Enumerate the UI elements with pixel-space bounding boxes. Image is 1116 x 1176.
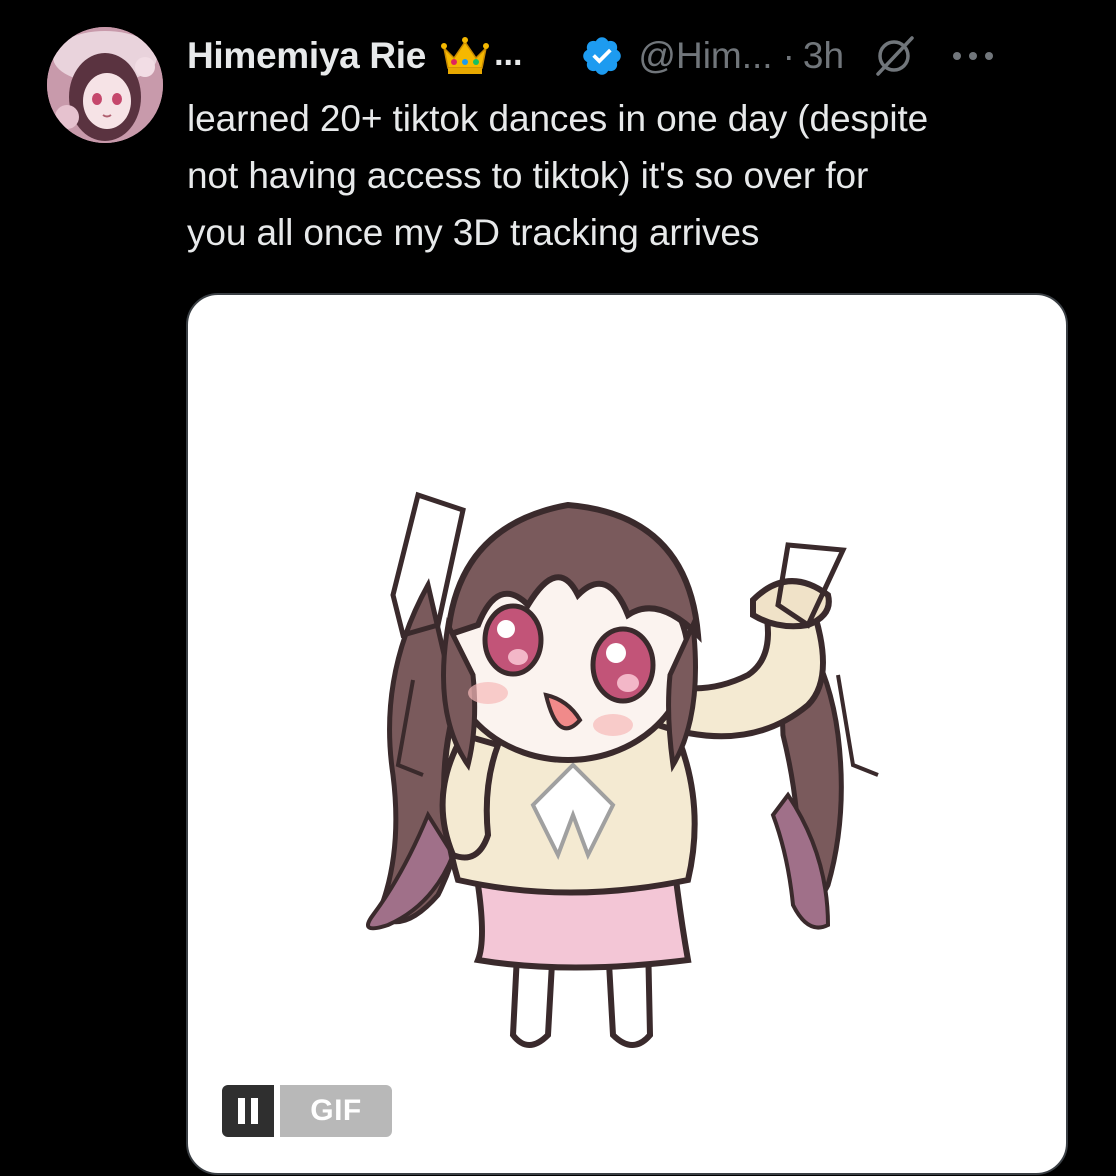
meta-separator: · bbox=[782, 35, 795, 76]
gif-badge: GIF bbox=[280, 1085, 392, 1137]
tweet-media-gif[interactable]: GIF bbox=[186, 293, 1068, 1175]
author-handle[interactable]: @Him... bbox=[638, 35, 772, 77]
avatar-image bbox=[47, 27, 163, 143]
crown-emoji-icon bbox=[441, 37, 490, 74]
name-truncation: ... bbox=[494, 34, 523, 73]
pause-icon bbox=[238, 1098, 258, 1124]
grok-icon[interactable] bbox=[870, 32, 918, 80]
verified-badge-icon[interactable] bbox=[580, 34, 624, 78]
pause-button[interactable] bbox=[222, 1085, 274, 1137]
author-avatar[interactable] bbox=[47, 27, 163, 143]
tweet-text: learned 20+ tiktok dances in one day (de… bbox=[187, 98, 929, 253]
more-icon[interactable] bbox=[950, 46, 996, 66]
chibi-girl-dancing-illustration bbox=[366, 491, 879, 1048]
author-display-name[interactable]: Himemiya Rie bbox=[187, 35, 426, 77]
tweet-header: Himemiya Rie ... @Him... · 3h bbox=[187, 26, 996, 86]
tweet-timestamp[interactable]: 3h bbox=[803, 35, 844, 77]
